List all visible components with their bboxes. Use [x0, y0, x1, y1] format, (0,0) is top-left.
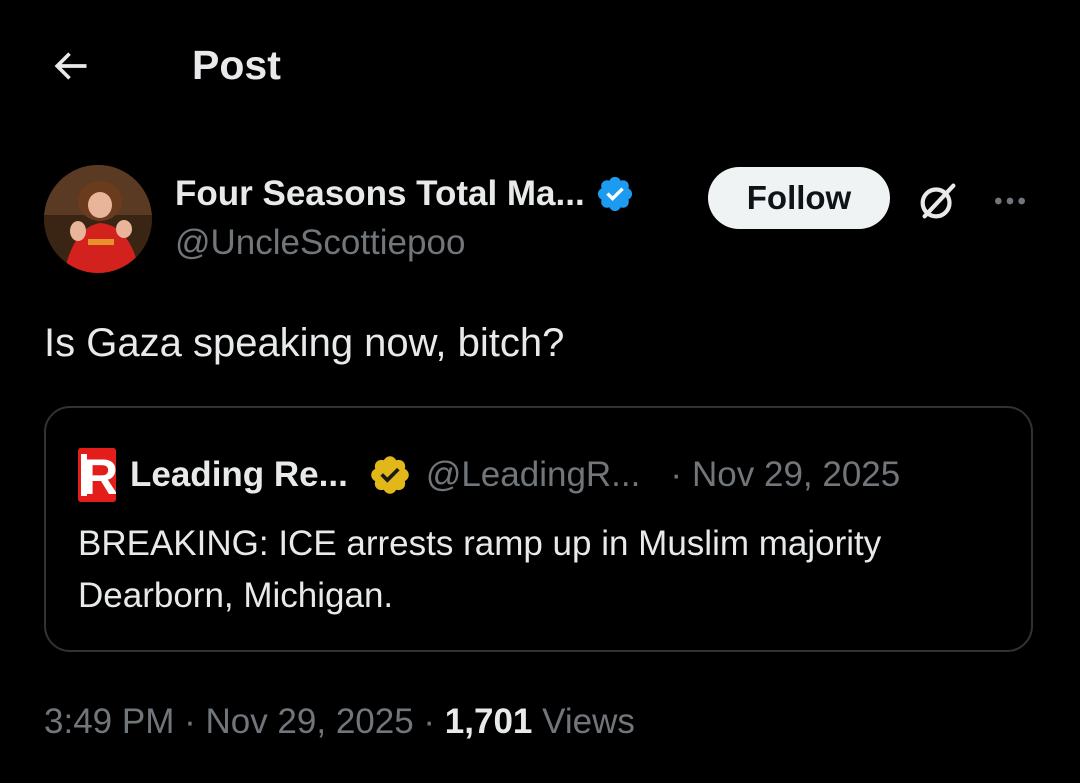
quoted-post-card[interactable]: R Leading Re... @LeadingR... · Nov 29, 2…	[44, 406, 1033, 652]
quoted-separator: ·	[670, 455, 683, 494]
author-name-block: Four Seasons Total Ma... @UncleScottiepo…	[175, 169, 715, 263]
post-text: Is Gaza speaking now, bitch?	[44, 321, 565, 365]
author-display-name[interactable]: Four Seasons Total Ma...	[175, 174, 585, 214]
quoted-display-name[interactable]: Leading Re...	[130, 455, 348, 495]
quoted-date[interactable]: Nov 29, 2025	[692, 455, 900, 495]
meta-separator: ·	[413, 702, 445, 741]
arrow-left-icon	[54, 52, 87, 80]
views-label: Views	[532, 702, 635, 741]
author-handle[interactable]: @UncleScottiepoo	[175, 223, 715, 263]
grok-button[interactable]	[910, 173, 966, 229]
more-button[interactable]	[982, 173, 1038, 229]
views-count[interactable]: 1,701	[445, 702, 533, 741]
quoted-avatar: R	[78, 448, 116, 502]
quoted-avatar-letter: R	[82, 449, 116, 502]
verified-gold-icon	[371, 456, 409, 494]
quoted-post-header: R Leading Re... @LeadingR... · Nov 29, 2…	[78, 448, 900, 502]
quoted-post-text: BREAKING: ICE arrests ramp up in Muslim …	[78, 524, 882, 615]
avatar[interactable]	[44, 165, 152, 273]
quoted-handle[interactable]: @LeadingR...	[426, 455, 641, 495]
back-button[interactable]	[44, 40, 96, 92]
author-row: Four Seasons Total Ma... @UncleScottiepo…	[44, 165, 1044, 280]
more-icon	[995, 197, 1025, 205]
post-meta: 3:49 PM · Nov 29, 2025 · 1,701 Views	[44, 698, 635, 746]
verified-blue-icon	[597, 176, 632, 212]
top-bar: Post	[0, 0, 1080, 130]
follow-button[interactable]: Follow	[708, 167, 890, 229]
post-date[interactable]: Nov 29, 2025	[205, 702, 413, 741]
grok-icon	[920, 183, 956, 219]
page-title: Post	[192, 42, 281, 88]
meta-separator: ·	[174, 702, 206, 741]
post-time[interactable]: 3:49 PM	[44, 702, 174, 741]
